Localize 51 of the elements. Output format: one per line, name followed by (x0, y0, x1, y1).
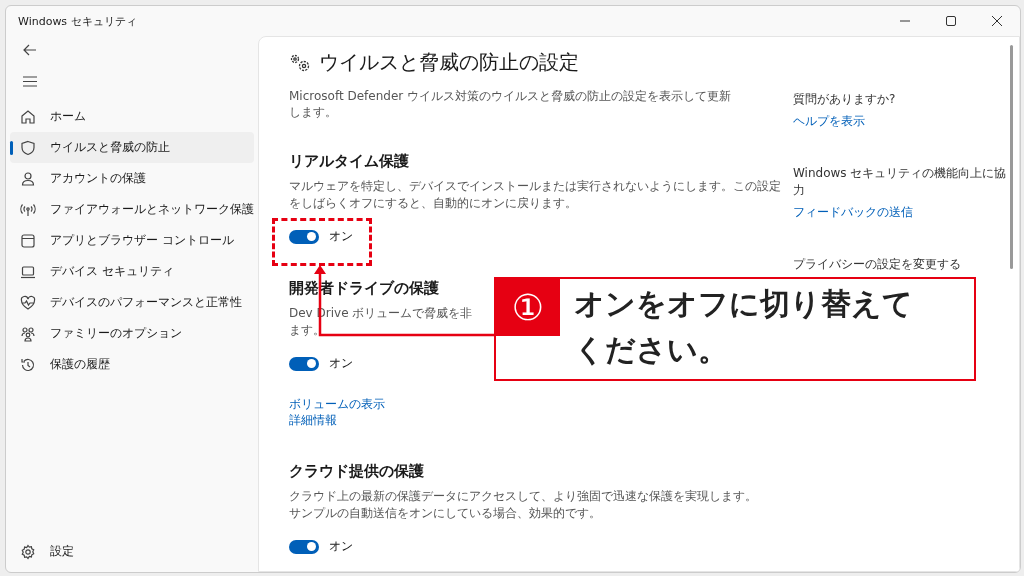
sidebar-item[interactable]: 保護の履歴 (10, 349, 254, 380)
sidebar-item[interactable]: ファイアウォールとネットワーク保護 (10, 194, 254, 225)
link[interactable]: フィードバックの送信 (793, 204, 913, 220)
window-title: Windows セキュリティ (18, 13, 137, 29)
sidebar-item[interactable]: アプリとブラウザー コントロール (10, 225, 254, 256)
sidebar-item[interactable]: ウイルスと脅威の防止 (10, 132, 254, 163)
link[interactable]: 詳細情報 (289, 412, 337, 428)
window-icon (20, 232, 36, 249)
shield-icon (20, 139, 36, 156)
callout-text: オンをオフに切り替えて ください。 (574, 285, 913, 369)
link[interactable]: ヘルプを表示 (793, 113, 865, 129)
person-icon (20, 170, 36, 187)
toggle-label: オン (329, 538, 353, 555)
section-heading: リアルタイム保護 (289, 152, 409, 171)
page-title: ウイルスと脅威の防止の設定 (319, 49, 579, 76)
maximize-icon[interactable] (946, 16, 956, 26)
section-description: マルウェアを特定し、デバイスでインストールまたは実行されないようにします。この設定 (289, 178, 781, 195)
aside-heading: プライバシーの設定を変更する (793, 256, 961, 273)
section-description: ます。 (289, 322, 325, 339)
sidebar-item[interactable]: デバイス セキュリティ (10, 256, 254, 287)
sidebar-item[interactable]: ファミリーのオプション (10, 318, 254, 349)
menu-icon[interactable] (23, 76, 37, 87)
link[interactable]: ボリュームの表示 (289, 396, 385, 412)
history-icon (20, 356, 36, 373)
back-arrow-icon[interactable] (23, 44, 37, 56)
toggle-switch[interactable] (289, 356, 319, 371)
step-number-badge: ① (496, 279, 560, 336)
aside-heading: 質問がありますか? (793, 91, 896, 108)
sidebar-item[interactable]: アカウントの保護 (10, 163, 254, 194)
people-icon (20, 325, 36, 342)
antenna-icon (20, 201, 36, 218)
laptop-icon (20, 263, 36, 280)
section-heading: クラウド提供の保護 (289, 462, 424, 481)
section-description: をしばらくオフにすると、自動的にオンに戻ります。 (289, 195, 577, 212)
settings-icon (20, 543, 36, 560)
aside-heading: Windows セキュリティの機能向上に協 力 (793, 165, 1007, 199)
toggle-switch[interactable] (289, 229, 319, 244)
close-icon[interactable] (992, 16, 1002, 26)
page-description: Microsoft Defender ウイルス対策のウイルスと脅威の防止の設定を表示して更新 します。 (289, 88, 731, 120)
sidebar-item[interactable]: ホーム (10, 101, 254, 132)
home-icon (20, 108, 36, 125)
toggle-label: オン (329, 355, 353, 372)
section-description: クラウド上の最新の保護データにアクセスして、より強固で迅速な保護を実現します。 (289, 488, 757, 505)
gears-icon (289, 52, 311, 73)
scrollbar[interactable] (1010, 45, 1013, 269)
toggle-switch[interactable] (289, 539, 319, 554)
sidebar-item[interactable]: デバイスのパフォーマンスと正常性 (10, 287, 254, 318)
settings-item[interactable]: 設定 (10, 536, 254, 567)
heart-pulse-icon (20, 294, 36, 311)
section-description: サンプルの自動送信をオンにしている場合、効果的です。 (289, 505, 601, 522)
toggle-label: オン (329, 228, 353, 245)
